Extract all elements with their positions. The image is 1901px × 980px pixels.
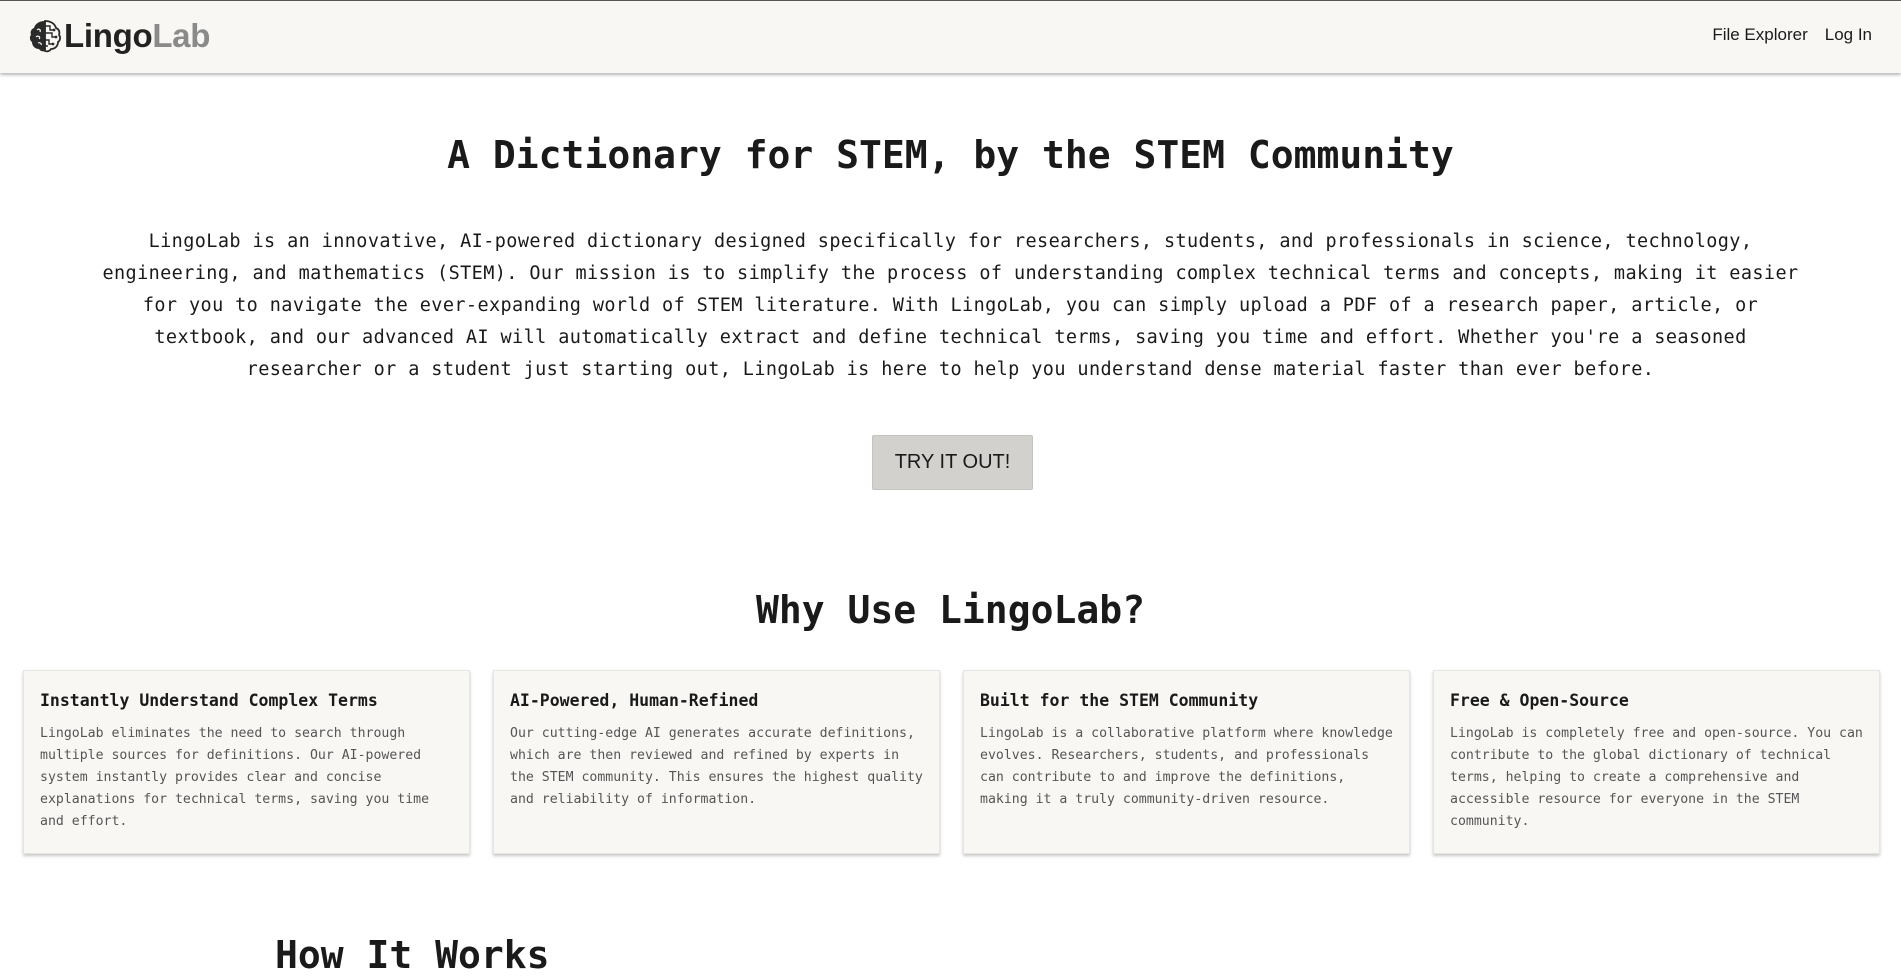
feature-card-title: Free & Open-Source [1450, 691, 1629, 710]
nav-link-file-explorer[interactable]: File Explorer [1712, 25, 1807, 45]
feature-card: Instantly Understand Complex Terms Lingo… [23, 670, 470, 854]
brand-logo[interactable]: LingoLab [28, 15, 210, 57]
hero-title: A Dictionary for STEM, by the STEM Commu… [447, 133, 1454, 177]
feature-card-title: AI-Powered, Human-Refined [510, 691, 759, 710]
feature-card-body: LingoLab is a collaborative platform whe… [980, 726, 1393, 807]
feature-card-body: Our cutting-edge AI generates accurate d… [510, 726, 923, 807]
feature-card-title: Instantly Understand Complex Terms [40, 691, 378, 710]
brand-name: LingoLab [64, 17, 210, 55]
feature-card: AI-Powered, Human-Refined Our cutting-ed… [493, 670, 940, 854]
feature-card-body: LingoLab eliminates the need to search t… [40, 726, 430, 829]
feature-card-body: LingoLab is completely free and open-sou… [1450, 726, 1863, 829]
feature-card: Free & Open-Source LingoLab is completel… [1433, 670, 1880, 854]
why-section-title: Why Use LingoLab? [756, 588, 1145, 632]
feature-card: Built for the STEM Community LingoLab is… [963, 670, 1410, 854]
try-it-out-button[interactable]: TRY IT OUT! [872, 435, 1033, 490]
feature-cards: Instantly Understand Complex Terms Lingo… [23, 670, 1880, 854]
navbar: LingoLab File Explorer Log In [0, 0, 1901, 73]
nav-link-log-in[interactable]: Log In [1825, 25, 1872, 45]
brain-icon [29, 20, 61, 53]
brand-name-part2: Lab [152, 17, 211, 54]
feature-card-title: Built for the STEM Community [980, 691, 1259, 710]
brand-name-part1: Lingo [64, 17, 153, 54]
hero-description: LingoLab is an innovative, AI-powered di… [102, 231, 1799, 380]
nav-links: File Explorer Log In [1712, 25, 1872, 45]
next-section-title: How It Works [275, 933, 550, 977]
